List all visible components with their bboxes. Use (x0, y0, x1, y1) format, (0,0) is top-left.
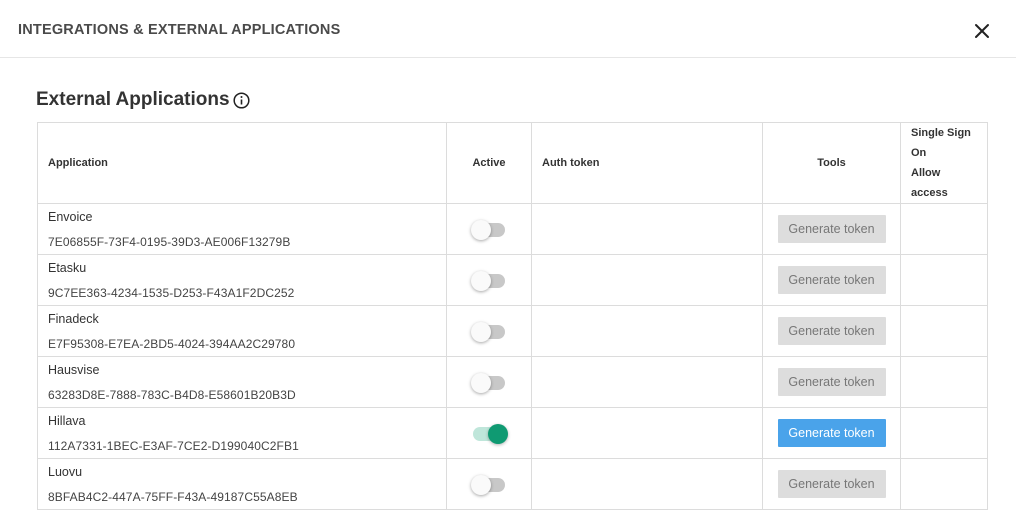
app-cell: Luovu 8BFAB4C2-447A-75FF-F43A-49187C55A8… (37, 458, 447, 510)
app-name: Finadeck (48, 311, 99, 326)
app-cell: Etasku 9C7EE363-4234-1535-D253-F43A1F2DC… (37, 254, 447, 306)
toggle-knob (488, 424, 508, 444)
toggle-knob (471, 220, 491, 240)
generate-token-button[interactable]: Generate token (777, 215, 886, 243)
header-application: Application (37, 122, 447, 204)
tools-cell: Generate token (762, 458, 901, 510)
active-toggle[interactable] (471, 219, 507, 240)
active-toggle[interactable] (471, 474, 507, 495)
active-cell (446, 305, 532, 357)
app-cell: Finadeck E7F95308-E7EA-2BD5-4024-394AA2C… (37, 305, 447, 357)
active-cell (446, 356, 532, 408)
active-toggle[interactable] (471, 321, 507, 342)
app-cell: Envoice 7E06855F-73F4-0195-39D3-AE006F13… (37, 203, 447, 255)
table-row: Etasku 9C7EE363-4234-1535-D253-F43A1F2DC… (37, 254, 988, 306)
app-name: Hillava (48, 413, 86, 428)
toggle-knob (471, 271, 491, 291)
auth-token-cell (531, 203, 763, 255)
app-id: 9C7EE363-4234-1535-D253-F43A1F2DC252 (48, 285, 295, 300)
modal-title: INTEGRATIONS & EXTERNAL APPLICATIONS (18, 22, 341, 38)
table-row: Hausvise 63283D8E-7888-783C-B4D8-E58601B… (37, 356, 988, 408)
sso-cell (900, 407, 988, 459)
active-cell (446, 203, 532, 255)
app-cell: Hillava 112A7331-1BEC-E3AF-7CE2-D199040C… (37, 407, 447, 459)
app-name: Envoice (48, 209, 93, 224)
active-toggle[interactable] (471, 372, 507, 393)
generate-token-button[interactable]: Generate token (777, 368, 886, 396)
generate-token-button[interactable]: Generate token (777, 470, 886, 498)
section-title-text: External Applications (36, 89, 230, 110)
app-id: 8BFAB4C2-447A-75FF-F43A-49187C55A8EB (48, 489, 298, 504)
auth-token-cell (531, 254, 763, 306)
header-active: Active (446, 122, 532, 204)
toggle-knob (471, 373, 491, 393)
auth-token-cell (531, 305, 763, 357)
table-header-row: Application Active Auth token Tools Sing… (37, 122, 988, 204)
app-cell: Hausvise 63283D8E-7888-783C-B4D8-E58601B… (37, 356, 447, 408)
toggle-knob (471, 322, 491, 342)
app-name: Etasku (48, 260, 87, 275)
app-id: 112A7331-1BEC-E3AF-7CE2-D199040C2FB1 (48, 438, 299, 453)
header-sso: Single Sign On Allow access (900, 122, 988, 204)
generate-token-button[interactable]: Generate token (777, 266, 886, 294)
app-name: Hausvise (48, 362, 100, 377)
auth-token-cell (531, 407, 763, 459)
app-name: Luovu (48, 464, 83, 479)
active-toggle[interactable] (471, 423, 508, 444)
active-cell (446, 254, 532, 306)
toggle-knob (471, 475, 491, 495)
active-cell (446, 407, 532, 459)
table-row: Envoice 7E06855F-73F4-0195-39D3-AE006F13… (37, 203, 988, 255)
info-icon[interactable] (233, 92, 250, 109)
sso-cell (900, 254, 988, 306)
table-row: Luovu 8BFAB4C2-447A-75FF-F43A-49187C55A8… (37, 458, 988, 510)
app-id: E7F95308-E7EA-2BD5-4024-394AA2C29780 (48, 336, 296, 351)
generate-token-button[interactable]: Generate token (777, 419, 886, 447)
sso-cell (900, 458, 988, 510)
header-tools: Tools (762, 122, 901, 204)
sso-cell (900, 305, 988, 357)
tools-cell: Generate token (762, 254, 901, 306)
sso-cell (900, 203, 988, 255)
active-cell (446, 458, 532, 510)
app-id: 63283D8E-7888-783C-B4D8-E58601B20B3D (48, 387, 296, 402)
section-title: External Applications (36, 89, 250, 111)
header-sso-line2: Allow access (911, 167, 948, 199)
tools-cell: Generate token (762, 356, 901, 408)
auth-token-cell (531, 356, 763, 408)
header-sso-line1: Single Sign On (911, 127, 971, 159)
tools-cell: Generate token (762, 203, 901, 255)
external-apps-table: Application Active Auth token Tools Sing… (37, 122, 988, 510)
active-toggle[interactable] (471, 270, 507, 291)
header-auth-token: Auth token (531, 122, 763, 204)
auth-token-cell (531, 458, 763, 510)
table-row: Hillava 112A7331-1BEC-E3AF-7CE2-D199040C… (37, 407, 988, 459)
sso-cell (900, 356, 988, 408)
tools-cell: Generate token (762, 407, 901, 459)
app-id: 7E06855F-73F4-0195-39D3-AE006F13279B (48, 234, 291, 249)
table-row: Finadeck E7F95308-E7EA-2BD5-4024-394AA2C… (37, 305, 988, 357)
tools-cell: Generate token (762, 305, 901, 357)
modal-header: INTEGRATIONS & EXTERNAL APPLICATIONS (0, 0, 1016, 58)
generate-token-button[interactable]: Generate token (777, 317, 886, 345)
close-icon[interactable] (972, 21, 992, 41)
